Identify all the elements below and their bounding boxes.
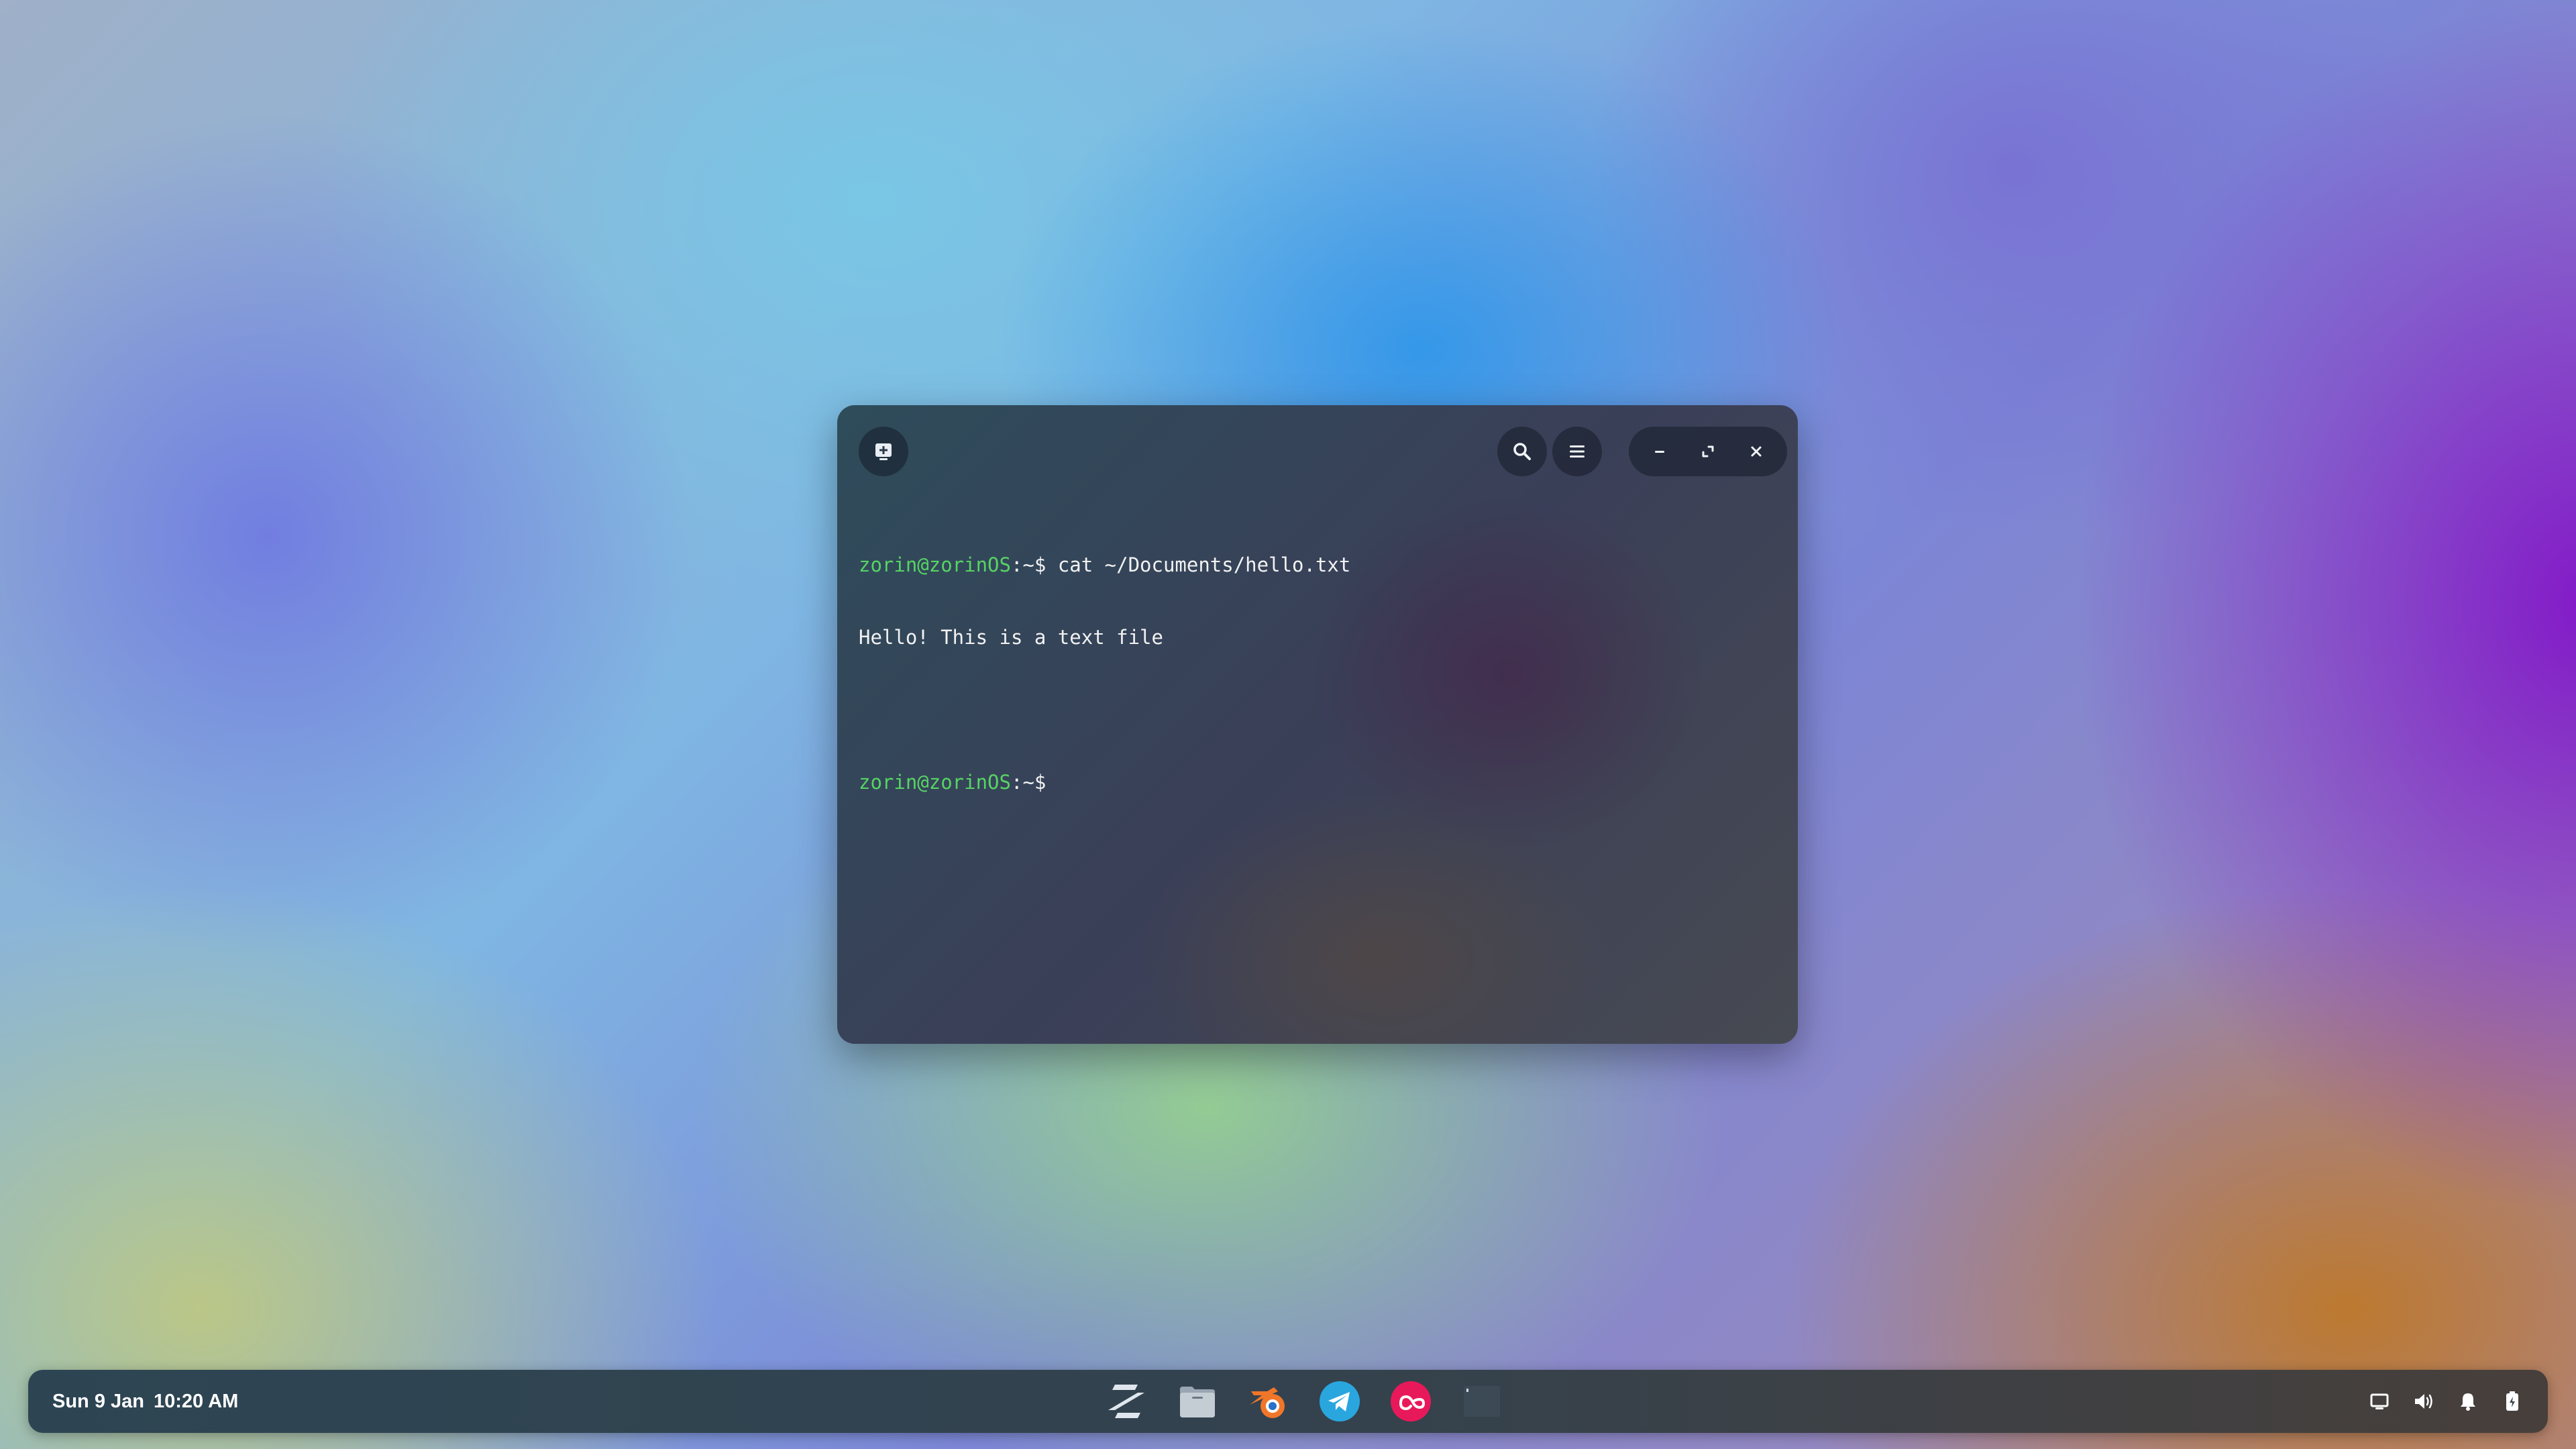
blender-icon — [1250, 1387, 1285, 1418]
display-button[interactable] — [2364, 1386, 2395, 1417]
menu-button[interactable] — [1552, 427, 1602, 476]
clock-date: Sun 9 Jan — [52, 1390, 144, 1412]
telegram-icon — [1320, 1381, 1360, 1421]
terminal-line: zorin@zorinOS:~$ cat ~/Documents/hello.t… — [859, 553, 1350, 577]
prompt-path: :~$ — [1010, 771, 1046, 794]
new-tab-icon — [875, 443, 892, 460]
creative-cloud-icon — [1391, 1381, 1431, 1421]
minimize-button[interactable] — [1638, 430, 1681, 473]
battery-icon — [2506, 1391, 2518, 1411]
dock-item-files[interactable] — [1173, 1377, 1222, 1426]
files-icon — [1180, 1387, 1215, 1417]
dock-item-blender[interactable] — [1244, 1377, 1293, 1426]
terminal-line: Hello! This is a text file — [859, 625, 1350, 649]
window-controls — [1629, 427, 1787, 476]
terminal-icon — [1464, 1386, 1500, 1417]
search-button[interactable] — [1497, 427, 1547, 476]
command-text: cat ~/Documents/hello.txt — [1046, 553, 1351, 576]
dock-item-telegram[interactable] — [1315, 1377, 1364, 1426]
minimize-icon — [1655, 451, 1664, 453]
notifications-icon — [2461, 1393, 2475, 1411]
prompt-user: zorin@zorinOS — [859, 771, 1011, 794]
close-button[interactable] — [1735, 430, 1778, 473]
notifications-button[interactable] — [2453, 1386, 2483, 1417]
clock-time: 10:20 AM — [154, 1390, 239, 1412]
prompt-user: zorin@zorinOS — [859, 553, 1011, 576]
dock-item-terminal[interactable] — [1457, 1377, 1507, 1426]
output-text: Hello! This is a text file — [859, 626, 1163, 649]
dock-item-zorin-menu[interactable] — [1102, 1377, 1151, 1426]
hamburger-menu-icon — [1570, 445, 1585, 458]
maximize-icon — [1702, 445, 1714, 458]
terminal-output[interactable]: zorin@zorinOS:~$ cat ~/Documents/hello.t… — [859, 504, 1350, 843]
volume-icon — [2415, 1394, 2432, 1409]
terminal-window[interactable]: zorin@zorinOS:~$ cat ~/Documents/hello.t… — [837, 405, 1798, 1044]
new-tab-button[interactable] — [859, 427, 908, 476]
system-tray — [2351, 1370, 2528, 1433]
display-icon — [2370, 1393, 2389, 1409]
dock — [1102, 1370, 1528, 1433]
clock[interactable]: Sun 9 Jan 10:20 AM — [52, 1370, 248, 1433]
taskbar: Sun 9 Jan 10:20 AM — [28, 1370, 2548, 1433]
search-icon — [1513, 443, 1531, 460]
maximize-button[interactable] — [1686, 430, 1729, 473]
battery-button[interactable] — [2497, 1386, 2528, 1417]
close-icon — [1751, 446, 1762, 457]
volume-button[interactable] — [2408, 1386, 2439, 1417]
dock-item-creative-cloud[interactable] — [1386, 1377, 1436, 1426]
prompt-path: :~$ — [1010, 553, 1046, 576]
terminal-line: zorin@zorinOS:~$ — [859, 770, 1350, 794]
zorin-menu-icon — [1108, 1385, 1144, 1418]
desktop: zorin@zorinOS:~$ cat ~/Documents/hello.t… — [0, 0, 2576, 1449]
